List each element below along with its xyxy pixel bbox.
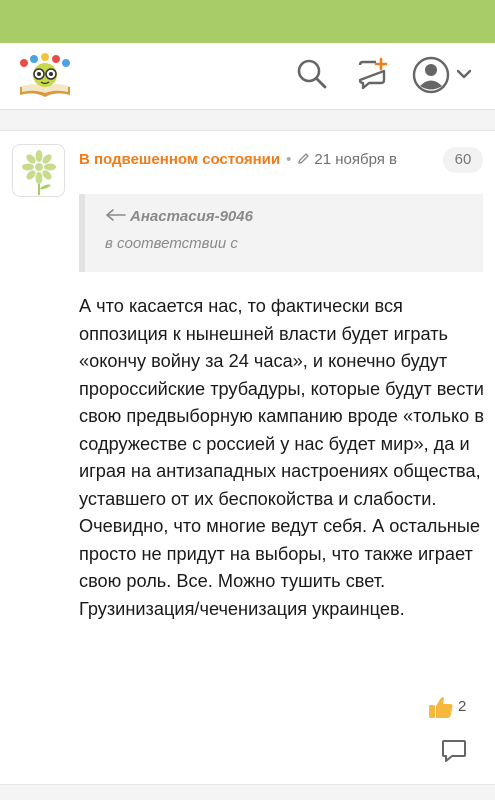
comment-body: А что касается нас, то фактически вся оп…: [79, 296, 485, 619]
site-logo[interactable]: [14, 53, 76, 99]
comment-card: В подвешенном состоянии • 21 ноября в 60 А…: [0, 130, 495, 785]
pencil-icon: [298, 153, 310, 164]
daisy-icon: [22, 150, 56, 195]
quote-block[interactable]: Анастасия-9046 в соответствии с: [79, 194, 483, 272]
quote-author: Анастасия-9046: [105, 208, 253, 225]
search-icon[interactable]: [295, 57, 329, 91]
comment-date: 21 ноября в: [314, 151, 398, 168]
author-name[interactable]: В подвешенном состоянии: [79, 151, 280, 168]
top-color-bar: [0, 0, 495, 43]
reply-arrow-icon: [106, 209, 126, 221]
site-header: [0, 43, 495, 110]
like-count: 2: [458, 698, 467, 715]
account-icon: [412, 56, 450, 94]
quote-author-name: Анастасия-9046: [130, 208, 253, 225]
chevron-down-icon: [456, 69, 472, 79]
reply-comment-icon[interactable]: [440, 736, 468, 764]
comment-meta: В подвешенном состоянии • 21 ноября в: [79, 151, 429, 168]
meta-separator: •: [286, 151, 292, 168]
quote-text: в соответствии с: [105, 235, 238, 252]
account-menu[interactable]: [412, 55, 474, 95]
like-button[interactable]: 2: [428, 692, 483, 722]
avatar[interactable]: [12, 144, 65, 197]
thumbs-up-icon: [429, 697, 453, 718]
comment-count-badge[interactable]: 60: [443, 147, 483, 173]
new-post-icon[interactable]: [356, 57, 390, 91]
